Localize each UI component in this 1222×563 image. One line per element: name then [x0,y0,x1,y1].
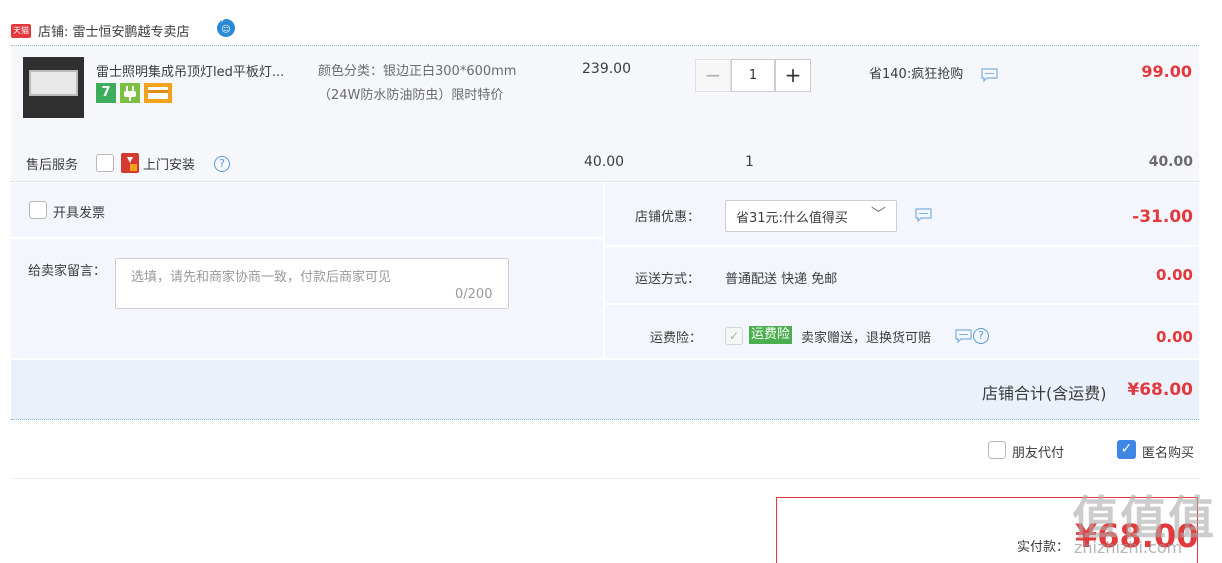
insurance-description: 卖家赠送，退换货可赔 [801,331,932,346]
shop-total-label: 店铺合计(含运费) [982,384,1107,403]
install-service-icon [121,153,139,173]
actual-payment-label: 实付款： [1017,540,1070,555]
anonymous-purchase-checkbox[interactable]: ✓ [1117,440,1136,459]
comment-icon[interactable] [955,329,972,343]
question-help-icon[interactable]: ? [973,328,989,344]
comment-icon[interactable] [915,208,932,222]
watermark-site: zhizhizhi.com [1074,538,1183,557]
quantity-decrease-button[interactable]: − [695,59,731,92]
product-title[interactable]: 雷士照明集成吊顶灯led平板灯... [96,61,311,80]
item-promotion: 省140:疯狂抢购 [869,67,964,82]
plug-service-icon [120,83,140,103]
insurance-badge: 运费险 [749,326,793,344]
shop-total-amount: ¥68.00 [1127,380,1193,400]
quantity-input[interactable]: 1 [731,59,775,92]
shop-name[interactable]: 店铺: 雷士恒安鹏越专卖店 [38,21,190,40]
question-help-icon[interactable]: ? [214,156,230,172]
install-service-name: 上门安装 [143,158,196,173]
after-sales-service-label: 售后服务 [26,158,79,173]
shop-discount-selected: 省31元:什么值得买 [736,211,848,226]
shipping-method: 普通配送 快递 免邮 [725,272,838,287]
item-subtotal: 99.00 [1141,62,1192,81]
panel-divider [11,237,603,239]
shop-discount-label: 店铺优惠： [635,210,701,225]
credit-card-icon [144,83,172,103]
quantity-increase-button[interactable]: + [775,59,811,92]
friend-pay-label[interactable]: 朋友代付 [1012,442,1064,461]
unit-price: 239.00 [582,61,631,77]
service-quantity: 1 [745,154,754,170]
insurance-amount: 0.00 [1155,328,1193,346]
message-char-count: 0/200 [455,287,493,302]
shipping-label: 运送方式： [635,272,701,287]
seven-day-return-icon: 7 [96,83,116,103]
invoice-checkbox[interactable] [29,201,47,219]
wangwang-chat-icon[interactable]: ☺ [216,18,236,38]
friend-pay-checkbox[interactable] [988,441,1006,459]
chevron-down-icon: ﹀ [871,205,887,223]
anonymous-purchase-label[interactable]: 匿名购买 [1142,442,1194,461]
sku-description: 颜色分类：银边正白300*600mm（24W防水防油防虫）限时特价 [318,64,517,103]
section-divider [11,478,1199,479]
shop-discount-amount: -31.00 [1132,207,1193,227]
seller-message-label: 给卖家留言： [28,264,107,279]
service-price: 40.00 [584,154,625,170]
comment-icon[interactable] [981,68,998,82]
invoice-label[interactable]: 开具发票 [53,202,105,221]
seller-message-placeholder: 选填，请先和商家协商一致，付款后商家可见 [131,270,392,285]
insurance-label: 运费险： [650,331,703,346]
shipping-amount: 0.00 [1155,266,1193,284]
tmall-badge: 天猫 [11,24,31,38]
service-subtotal: 40.00 [1148,154,1193,170]
product-thumbnail-panel-light [29,70,78,96]
svg-text:☺: ☺ [221,24,230,35]
install-service-checkbox[interactable] [96,154,114,172]
insurance-checkbox[interactable]: ✓ [725,327,743,345]
